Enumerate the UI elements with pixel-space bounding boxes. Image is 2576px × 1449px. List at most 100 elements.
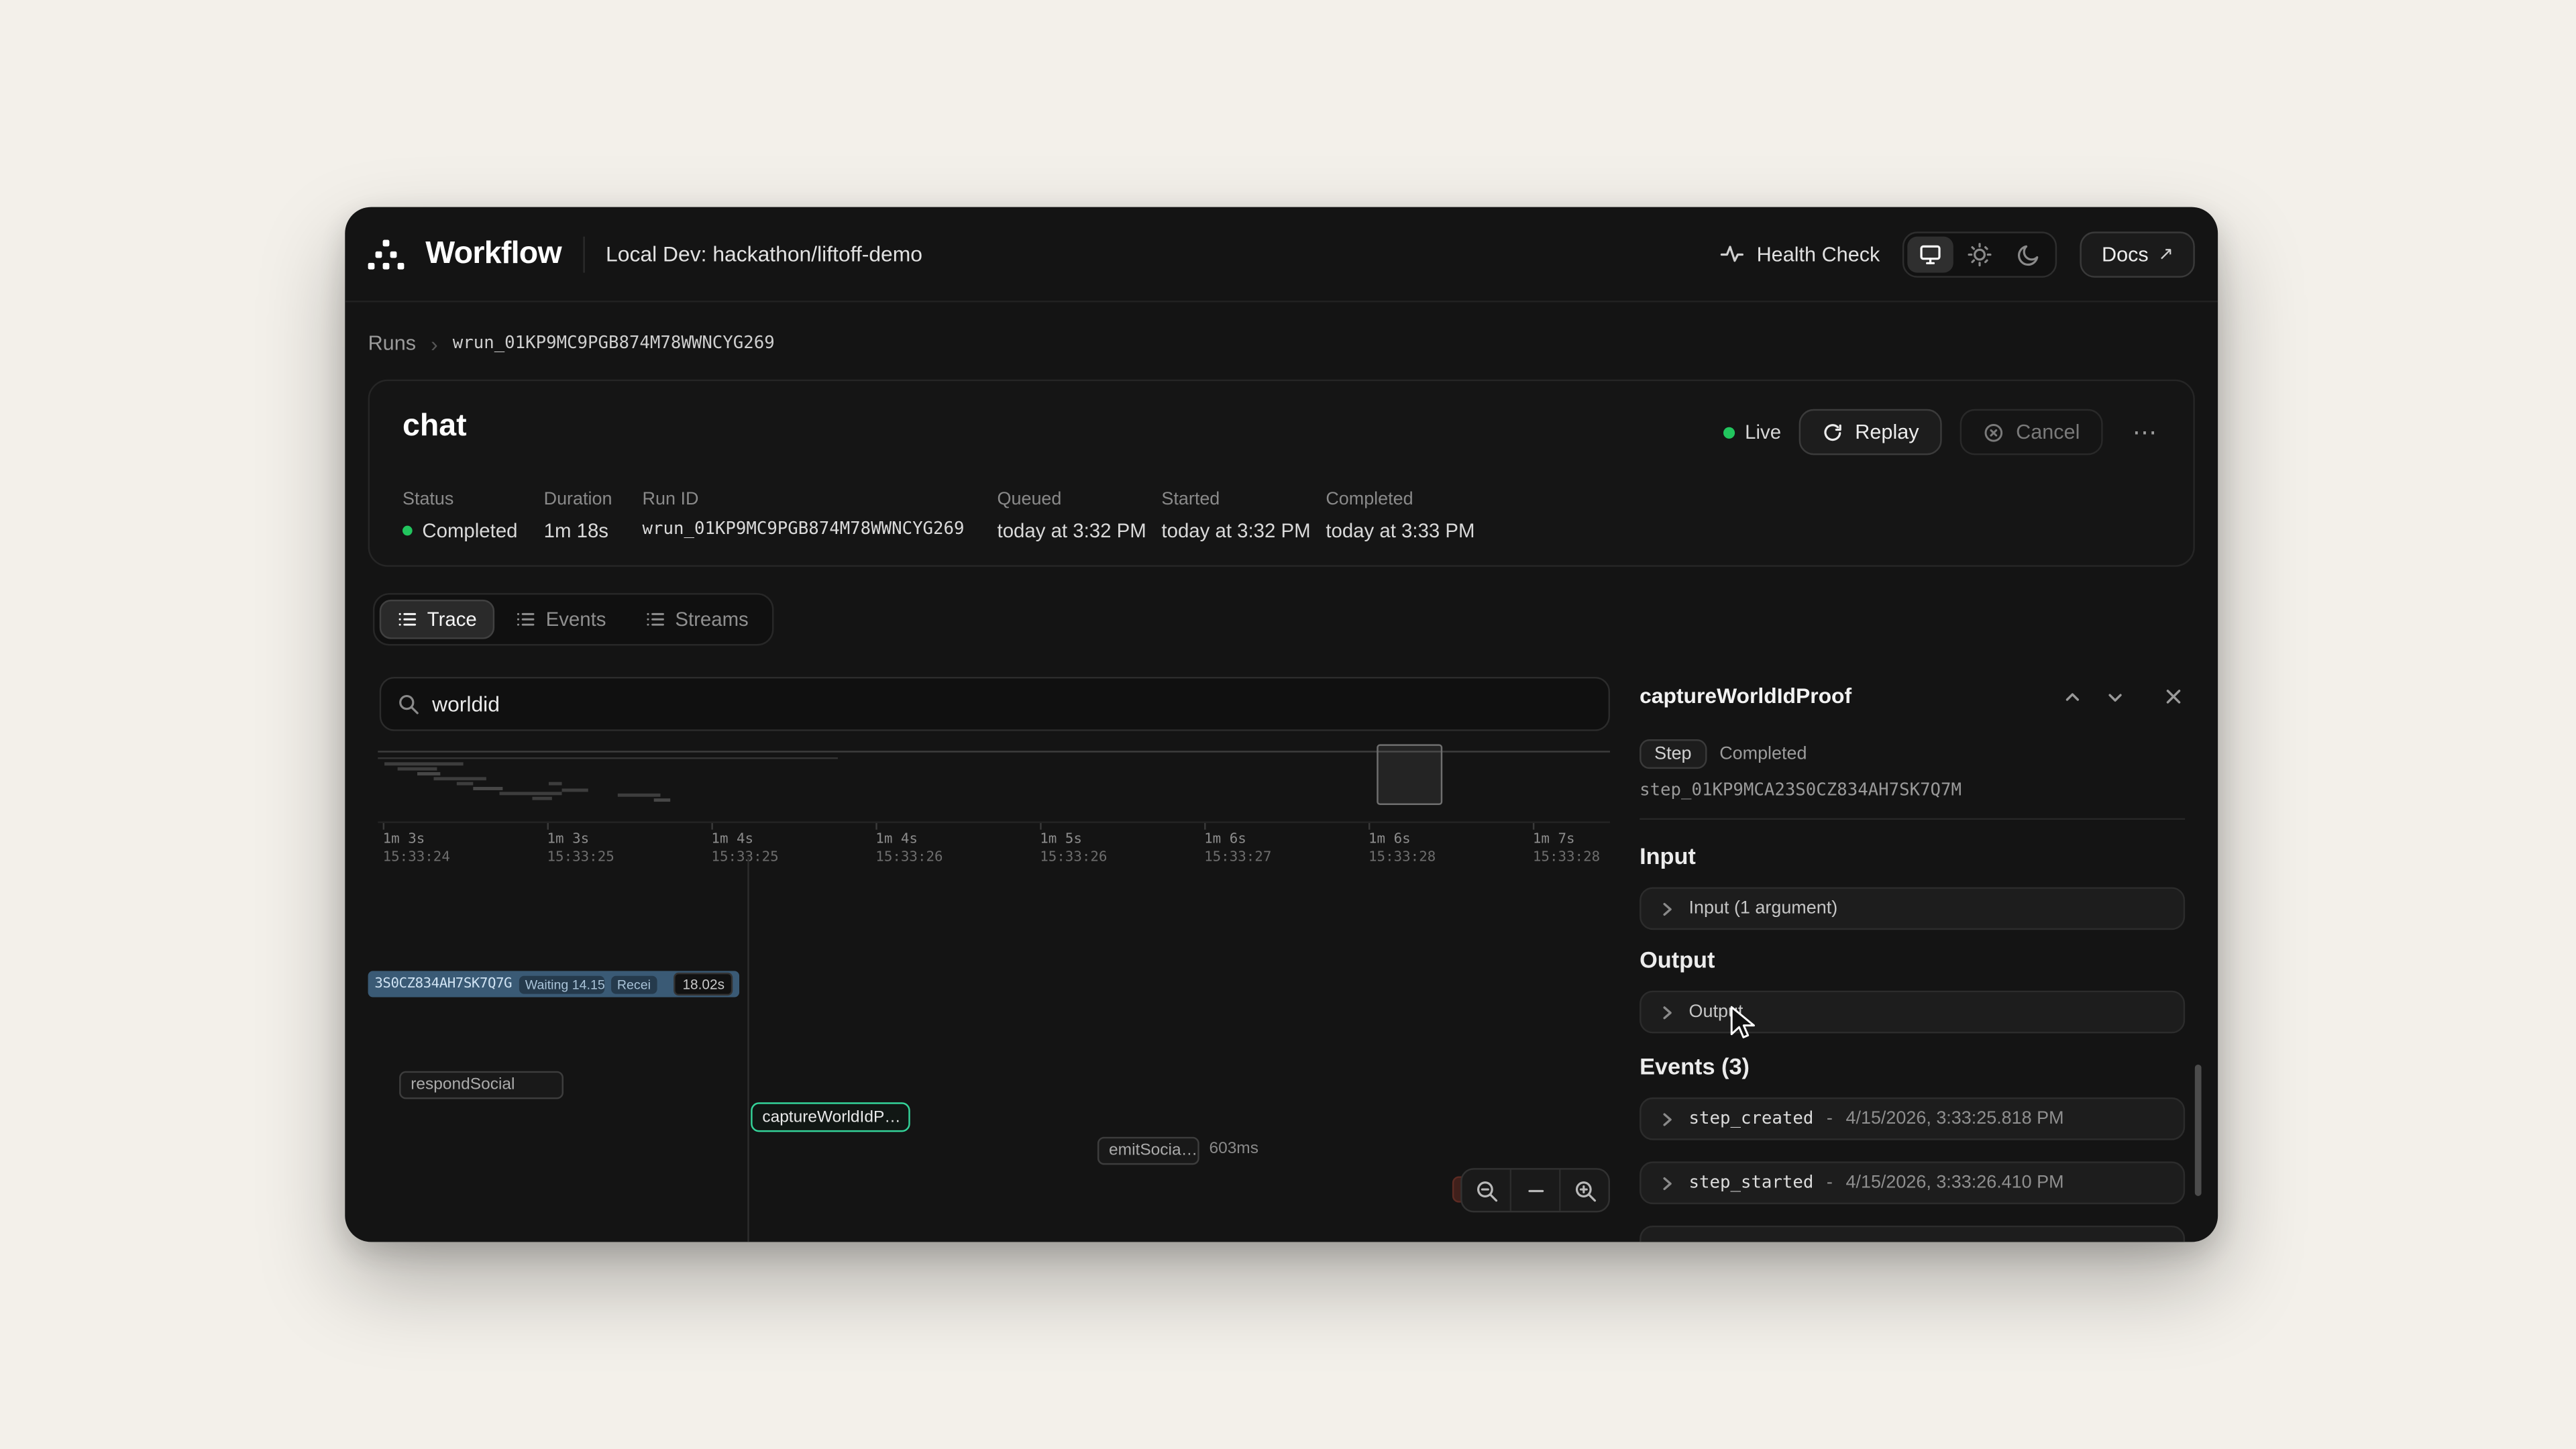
search-input[interactable] (432, 692, 1592, 716)
chevron-right-icon (1658, 1003, 1676, 1021)
stat-run-id: Run ID wrun_01KP9MC9PGB874M78WWNCYG269 (643, 490, 998, 542)
chevron-up-icon (2061, 686, 2082, 707)
nav-right: Health Check (1721, 231, 2195, 277)
event-row-step-created[interactable]: step_created - 4/15/2026, 3:33:25.818 PM (1640, 1097, 2185, 1140)
theme-dark-button[interactable] (2006, 235, 2053, 272)
environment-label: Local Dev: hackathon/liftoff-demo (606, 241, 922, 266)
magnifier-plus-icon (1573, 1179, 1596, 1201)
status-dot (402, 526, 413, 536)
minimap-dash (499, 792, 561, 795)
minimap-dash (457, 782, 473, 786)
theme-light-button[interactable] (1957, 235, 2003, 272)
axis-tick: 1m 5s 15:33:26 (1040, 828, 1107, 865)
tick-mark (547, 823, 549, 830)
zoom-reset-button[interactable] (1511, 1168, 1559, 1212)
monitor-icon (1918, 241, 1944, 267)
output-collapsible-row[interactable]: Output (1640, 991, 2185, 1034)
tick-mark (383, 823, 384, 830)
chevron-down-icon (2104, 686, 2125, 707)
minus-icon (1525, 1181, 1545, 1200)
tick-mark (1368, 823, 1370, 830)
breadcrumb-runs-link[interactable]: Runs (368, 332, 416, 355)
step-id: step_01KP9MCA23S0CZ834AH7SK7Q7M (1640, 780, 1962, 800)
chevron-right-icon (1658, 900, 1676, 918)
minimap-dash (618, 794, 661, 797)
timeline-gridline (747, 857, 749, 1242)
tick-mark (1040, 823, 1041, 830)
breadcrumb-run-id: wrun_01KP9MC9PGB874M78WWNCYG269 (453, 333, 775, 353)
tab-streams[interactable]: Streams (627, 600, 766, 639)
chevron-right-icon (1658, 1174, 1676, 1192)
minimap-dash (562, 789, 588, 792)
stat-queued: Queued today at 3:32 PM (998, 490, 1162, 542)
axis-tick: 1m 3s 15:33:25 (547, 828, 614, 865)
minimap-dash (473, 787, 502, 790)
list-icon (398, 610, 417, 629)
breadcrumb: Runs › wrun_01KP9MC9PGB874M78WWNCYG269 (368, 332, 775, 355)
zoom-in-button[interactable] (1561, 1168, 1609, 1212)
close-icon (2163, 687, 2183, 706)
live-label: Live (1745, 421, 1781, 443)
panel-divider (1640, 818, 2185, 820)
tab-events[interactable]: Events (498, 600, 625, 639)
minimap-dash (434, 777, 486, 780)
step-navigation (2057, 682, 2129, 711)
span-bar-emit-social[interactable]: emitSocia… (1097, 1137, 1199, 1165)
minimap-dash (549, 782, 562, 786)
event-row-step-started[interactable]: step_started - 4/15/2026, 3:33:26.410 PM (1640, 1161, 2185, 1204)
chevron-right-icon: › (431, 333, 438, 354)
minimap-dash (532, 797, 551, 800)
top-navbar: Workflow Local Dev: hackathon/liftoff-de… (345, 207, 2218, 303)
nav-left: Workflow Local Dev: hackathon/liftoff-de… (368, 235, 922, 272)
step-badges: Step Completed (1640, 739, 1807, 769)
axis-tick: 1m 6s 15:33:28 (1368, 828, 1436, 865)
external-link-icon: ↗ (2158, 243, 2174, 264)
panel-scrollbar-thumb[interactable] (2195, 1065, 2202, 1196)
step-status-badge: Completed (1719, 744, 1807, 763)
sun-icon (1967, 241, 1993, 267)
minimap-dash (384, 762, 464, 765)
cancel-button[interactable]: Cancel (1960, 409, 2103, 455)
minimap-line (378, 757, 838, 759)
cancel-label: Cancel (2016, 421, 2080, 443)
run-actions: Live Replay (1723, 409, 2170, 455)
axis-tick: 1m 7s 15:33:28 (1533, 828, 1600, 865)
step-details-title: captureWorldIdProof (1640, 684, 1851, 708)
stat-started: Started today at 3:32 PM (1161, 490, 1326, 542)
stat-completed: Completed today at 3:33 PM (1326, 490, 1474, 542)
minimap-dash (417, 772, 440, 775)
output-section-heading: Output (1640, 947, 1715, 973)
input-collapsible-row[interactable]: Input (1 argument) (1640, 887, 2185, 930)
health-check-label: Health Check (1757, 242, 1880, 265)
replay-button[interactable]: Replay (1799, 409, 1942, 455)
span-bar-respond-social[interactable]: respondSocial (399, 1071, 564, 1099)
stat-status: Status Completed (402, 490, 544, 542)
run-title: chat (402, 409, 467, 445)
span-bar-root[interactable]: 3S0CZ834AH7SK7Q7G Waiting 14.15s Recei 1… (368, 971, 739, 997)
minimap-viewport-handle[interactable] (1377, 744, 1442, 805)
tick-mark (1204, 823, 1205, 830)
tick-mark (711, 823, 712, 830)
previous-step-button[interactable] (2057, 682, 2086, 711)
more-options-button[interactable]: ⋯ (2121, 411, 2170, 453)
run-stats: Status Completed Duration 1m 18s Run ID … (402, 490, 1475, 542)
live-dot (1723, 427, 1735, 438)
tab-trace[interactable]: Trace (380, 600, 495, 639)
theme-switcher (1903, 231, 2057, 277)
trace-minimap[interactable] (378, 743, 1610, 812)
docs-button[interactable]: Docs ↗ (2080, 231, 2195, 277)
span-duration-badge: 18.02s (674, 973, 733, 996)
span-bar-capture-worldid-selected[interactable]: captureWorldIdP… (751, 1102, 910, 1132)
live-indicator: Live (1723, 421, 1781, 443)
activity-icon (1721, 241, 1746, 266)
theme-system-button[interactable] (1908, 235, 1954, 272)
minimap-dash (398, 767, 437, 771)
next-step-button[interactable] (2100, 682, 2129, 711)
screen: Workflow Local Dev: hackathon/liftoff-de… (0, 0, 2576, 1449)
zoom-out-button[interactable] (1462, 1168, 1510, 1212)
moon-icon (2017, 241, 2043, 267)
close-panel-button[interactable] (2159, 682, 2188, 711)
health-check-button[interactable]: Health Check (1721, 241, 1880, 266)
step-details-panel: captureWorldIdProof S (1626, 667, 2201, 1242)
event-row-partial[interactable] (1640, 1226, 2185, 1242)
